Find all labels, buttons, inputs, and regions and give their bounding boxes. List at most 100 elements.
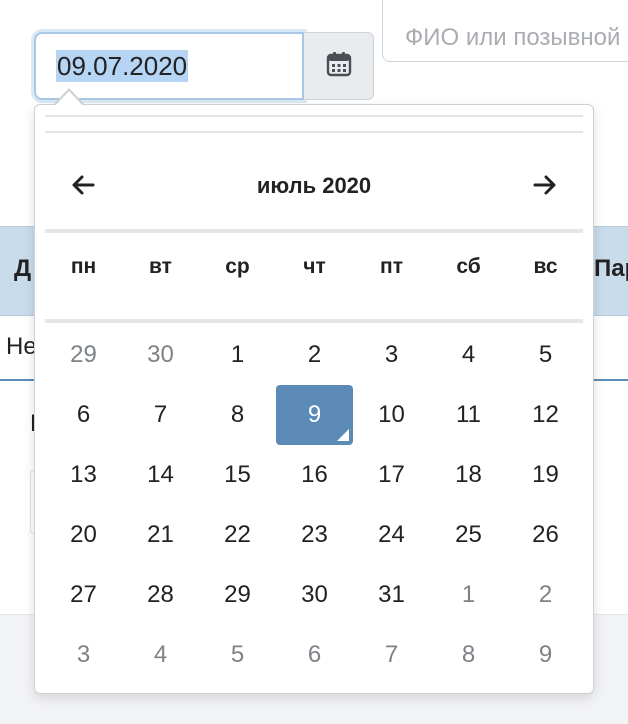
page: Д Пар Не Н 09.07.2020 (0, 0, 628, 724)
calendar-day[interactable]: 16 (276, 445, 353, 505)
calendar-week: 13 14 15 16 17 18 19 (45, 445, 585, 505)
calendar-day[interactable]: 23 (276, 505, 353, 565)
calendar-day-label: 17 (378, 461, 405, 488)
datepicker-caret-fill (55, 91, 83, 106)
calendar-day-label: 31 (378, 581, 405, 608)
calendar-day[interactable]: 31 (353, 565, 430, 625)
calendar-day[interactable]: 2 (276, 325, 353, 385)
calendar-day[interactable]: 5 (199, 625, 276, 685)
calendar-day-label: 1 (230, 341, 245, 368)
calendar-day-label: 5 (538, 341, 553, 368)
calendar-day[interactable]: 14 (122, 445, 199, 505)
calendar-day[interactable]: 3 (353, 325, 430, 385)
calendar-day[interactable]: 15 (199, 445, 276, 505)
calendar-day-label: 7 (153, 401, 168, 428)
calendar-day-label: 30 (147, 341, 174, 368)
calendar-day[interactable]: 7 (122, 385, 199, 445)
calendar-day[interactable]: 8 (199, 385, 276, 445)
calendar-day[interactable]: 9 (507, 625, 584, 685)
calendar-day-label: 9 (307, 401, 322, 428)
calendar-day-label: 8 (230, 401, 245, 428)
calendar-day[interactable]: 28 (122, 565, 199, 625)
calendar-day-label: 11 (456, 401, 481, 428)
calendar-day[interactable]: 1 (430, 565, 507, 625)
calendar-week: 6 7 8 9 10 11 12 (45, 385, 585, 445)
calendar-icon (326, 51, 352, 82)
calendar-day[interactable]: 25 (430, 505, 507, 565)
calendar-day[interactable]: 1 (199, 325, 276, 385)
calendar-day-label: 7 (384, 641, 399, 668)
calendar-day[interactable]: 20 (45, 505, 122, 565)
weekday-label: вт (149, 255, 172, 278)
calendar-day[interactable]: 30 (276, 565, 353, 625)
calendar-day-label: 20 (70, 521, 97, 548)
calendar-day[interactable]: 5 (507, 325, 584, 385)
calendar-day-label: 21 (147, 521, 174, 548)
calendar-day[interactable]: 7 (353, 625, 430, 685)
calendar-day-label: 30 (301, 581, 328, 608)
datepicker: июль 2020 пн вт ср чт пт сб вс 29 30 1 2 3 4 5 6 7 8 9 10… (34, 88, 594, 694)
calendar-day-label: 16 (301, 461, 328, 488)
calendar-day[interactable]: 6 (276, 625, 353, 685)
calendar-day[interactable]: 21 (122, 505, 199, 565)
calendar-day[interactable]: 29 (199, 565, 276, 625)
calendar-button[interactable] (304, 32, 374, 100)
calendar-day-selected[interactable]: 9 (276, 385, 353, 445)
calendar-day[interactable]: 10 (353, 385, 430, 445)
calendar-day-label: 23 (301, 521, 328, 548)
calendar-day[interactable]: 13 (45, 445, 122, 505)
calendar-day-label: 22 (224, 521, 251, 548)
divider (45, 229, 583, 233)
date-input-value: 09.07.2020 (56, 50, 189, 82)
divider (45, 319, 583, 323)
weekday-label: ср (225, 255, 250, 278)
calendar-day-label: 5 (230, 641, 245, 668)
calendar-day[interactable]: 26 (507, 505, 584, 565)
calendar-day-label: 13 (70, 461, 97, 488)
datepicker-header: июль 2020 (45, 155, 583, 219)
calendar-day-label: 1 (461, 581, 476, 608)
calendar-day[interactable]: 18 (430, 445, 507, 505)
calendar-week: 29 30 1 2 3 4 5 (45, 325, 585, 385)
calendar-day[interactable]: 6 (45, 385, 122, 445)
calendar-day-label: 4 (153, 641, 168, 668)
calendar-day-label: 29 (70, 341, 97, 368)
calendar-day-label: 19 (532, 461, 559, 488)
calendar-day[interactable]: 27 (45, 565, 122, 625)
calendar-day[interactable]: 30 (122, 325, 199, 385)
calendar-day[interactable]: 12 (507, 385, 584, 445)
calendar-day[interactable]: 19 (507, 445, 584, 505)
calendar-day-label: 6 (307, 641, 322, 668)
calendar-day[interactable]: 8 (430, 625, 507, 685)
calendar-day-label: 15 (224, 461, 251, 488)
table-header-cell-right: Пар (594, 255, 628, 282)
calendar-day[interactable]: 4 (430, 325, 507, 385)
next-month-button[interactable] (523, 167, 567, 207)
calendar-day-label: 27 (70, 581, 97, 608)
weekday-label: пт (380, 255, 403, 278)
weekday-label: вс (533, 255, 558, 278)
calendar-day-label: 14 (147, 461, 174, 488)
calendar-day[interactable]: 4 (122, 625, 199, 685)
calendar-week: 20 21 22 23 24 25 26 (45, 505, 585, 565)
calendar-day[interactable]: 24 (353, 505, 430, 565)
table-cell-left: Не (6, 333, 37, 360)
calendar-day[interactable]: 3 (45, 625, 122, 685)
month-title[interactable]: июль 2020 (45, 173, 583, 199)
calendar-day-label: 25 (455, 521, 482, 548)
calendar-day[interactable]: 11 (430, 385, 507, 445)
calendar-day-label: 18 (455, 461, 482, 488)
calendar-day-label: 12 (532, 401, 559, 428)
calendar-day[interactable]: 29 (45, 325, 122, 385)
weekday-label: пн (70, 255, 97, 278)
calendar-day-label: 8 (461, 641, 476, 668)
arrow-right-icon (533, 174, 557, 201)
calendar-day-label: 2 (538, 581, 553, 608)
search-input[interactable] (382, 0, 628, 62)
divider (45, 131, 583, 133)
weekday-header: пн вт ср чт пт сб вс (45, 249, 585, 299)
calendar-day[interactable]: 22 (199, 505, 276, 565)
divider (45, 115, 583, 117)
calendar-day[interactable]: 2 (507, 565, 584, 625)
calendar-day[interactable]: 17 (353, 445, 430, 505)
